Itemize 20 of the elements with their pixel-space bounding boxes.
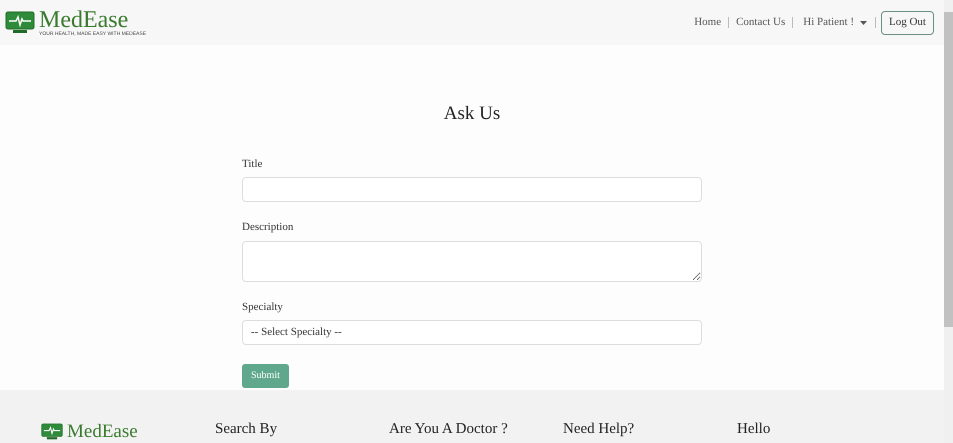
logout-button[interactable]: Log Out [881,10,934,34]
caret-icon [860,20,868,24]
description-field[interactable] [242,240,702,282]
footer-heading: Hello [737,421,770,437]
footer-heading: Need Help? [563,421,634,437]
brand-name: MedEase [67,422,138,441]
footer-heading: Are You A Doctor ? [389,421,508,437]
nav-link[interactable]: Contact Us [731,14,790,31]
monitor-icon [5,10,35,34]
footer-heading: Search By [215,421,278,437]
page-title: Ask Us [444,102,500,126]
field-label: Specialty [242,300,284,314]
title-field[interactable] [242,177,702,202]
monitor-icon [41,422,63,440]
brand-name: MedEase [39,8,128,32]
specialty-select[interactable]: -- Select Specialty -- [242,320,702,345]
field-label: Description [242,220,294,235]
nav-link[interactable]: Home [689,14,726,31]
user-menu[interactable]: Hi Patient ! [795,14,876,31]
field-label: Title [242,156,264,172]
